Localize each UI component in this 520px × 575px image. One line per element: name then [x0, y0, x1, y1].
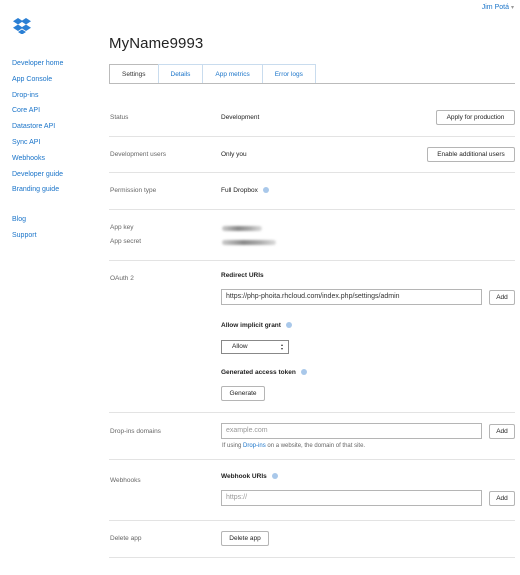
sidebar: Developer home App Console Drop-ins Core…	[12, 56, 94, 244]
info-icon[interactable]	[300, 369, 307, 376]
webhook-uris-title: Webhook URIs	[221, 473, 267, 480]
delete-app-button[interactable]: Delete app	[221, 531, 269, 546]
user-menu[interactable]: Jim Potá ▾	[482, 4, 514, 11]
user-name: Jim Potá	[481, 4, 509, 11]
permission-type-value: Full Dropbox	[221, 187, 258, 194]
app-secret-redacted	[222, 240, 276, 245]
tab-bar: Settings Details App metrics Error logs	[109, 64, 316, 84]
sidebar-item-drop-ins[interactable]: Drop-ins	[12, 88, 94, 104]
add-webhook-uri-button[interactable]: Add	[489, 491, 515, 506]
info-icon[interactable]	[262, 187, 269, 194]
row-divider	[109, 557, 515, 558]
row-divider	[109, 209, 515, 210]
sidebar-item-support[interactable]: Support	[12, 228, 94, 244]
tab-details[interactable]: Details	[157, 64, 204, 84]
permission-type-label: Permission type	[110, 187, 157, 194]
row-divider	[109, 459, 515, 460]
add-redirect-uri-button[interactable]: Add	[489, 290, 515, 305]
webhook-uri-input[interactable]: https://	[221, 490, 482, 506]
app-secret-label: App secret	[110, 238, 142, 245]
hint-text-after: on a website, the domain of that site.	[265, 443, 366, 449]
row-divider	[109, 136, 515, 137]
implicit-grant-select[interactable]: Allow ▴ ▾	[221, 340, 289, 354]
generate-token-button[interactable]: Generate	[221, 386, 265, 401]
tab-divider	[109, 83, 515, 84]
status-label: Status	[110, 114, 129, 121]
drop-ins-domains-label: Drop-ins domains	[110, 428, 161, 435]
status-value: Development	[221, 114, 260, 121]
allow-implicit-grant-title: Allow implicit grant	[221, 322, 281, 329]
drop-ins-hint: If using Drop-ins on a website, the doma…	[222, 443, 365, 449]
dropbox-logo-icon[interactable]	[13, 18, 31, 34]
redirect-uris-title: Redirect URIs	[221, 272, 264, 279]
sidebar-item-developer-home[interactable]: Developer home	[12, 56, 94, 72]
sidebar-item-blog[interactable]: Blog	[12, 212, 94, 228]
sidebar-item-webhooks[interactable]: Webhooks	[12, 151, 94, 167]
app-key-label: App key	[110, 224, 134, 231]
hint-text-before: If using	[222, 443, 244, 449]
generated-access-token-title: Generated access token	[221, 369, 296, 376]
oauth2-label: OAuth 2	[110, 275, 134, 282]
sidebar-item-sync-api[interactable]: Sync API	[12, 135, 94, 151]
apply-for-production-button[interactable]: Apply for production	[436, 110, 515, 125]
development-users-value: Only you	[221, 151, 247, 158]
add-drop-ins-domain-button[interactable]: Add	[489, 424, 515, 439]
row-divider	[109, 172, 515, 173]
tab-error-logs[interactable]: Error logs	[261, 64, 316, 84]
implicit-grant-selected: Allow	[232, 343, 248, 350]
enable-additional-users-button[interactable]: Enable additional users	[427, 147, 515, 162]
row-divider	[109, 520, 515, 521]
row-divider	[109, 260, 515, 261]
info-icon[interactable]	[285, 322, 292, 329]
tab-settings[interactable]: Settings	[109, 64, 159, 84]
webhooks-label: Webhooks	[110, 477, 141, 484]
sidebar-item-datastore-api[interactable]: Datastore API	[12, 119, 94, 135]
sidebar-item-core-api[interactable]: Core API	[12, 103, 94, 119]
app-key-redacted	[222, 226, 262, 231]
sidebar-item-branding-guide[interactable]: Branding guide	[12, 182, 94, 198]
development-users-label: Development users	[110, 151, 166, 158]
chevron-down-icon: ▾	[510, 5, 514, 11]
sidebar-item-app-console[interactable]: App Console	[12, 72, 94, 88]
webhook-uris-group: Webhook URIs	[221, 473, 278, 480]
info-icon[interactable]	[271, 473, 278, 480]
drop-ins-domain-input[interactable]: example.com	[221, 423, 482, 439]
page-title: MyName9993	[109, 35, 204, 52]
delete-app-label: Delete app	[110, 535, 142, 542]
row-divider	[109, 412, 515, 413]
drop-ins-link[interactable]: Drop-ins	[243, 443, 266, 449]
sidebar-item-developer-guide[interactable]: Developer guide	[12, 167, 94, 183]
tab-app-metrics[interactable]: App metrics	[202, 64, 263, 84]
permission-type-value-group: Full Dropbox	[221, 187, 269, 194]
select-arrows-icon: ▴ ▾	[281, 342, 284, 351]
generated-token-group: Generated access token	[221, 369, 307, 376]
allow-implicit-grant-group: Allow implicit grant	[221, 322, 292, 329]
redirect-uri-input[interactable]: https://php-phoita.rhcloud.com/index.php…	[221, 289, 482, 305]
